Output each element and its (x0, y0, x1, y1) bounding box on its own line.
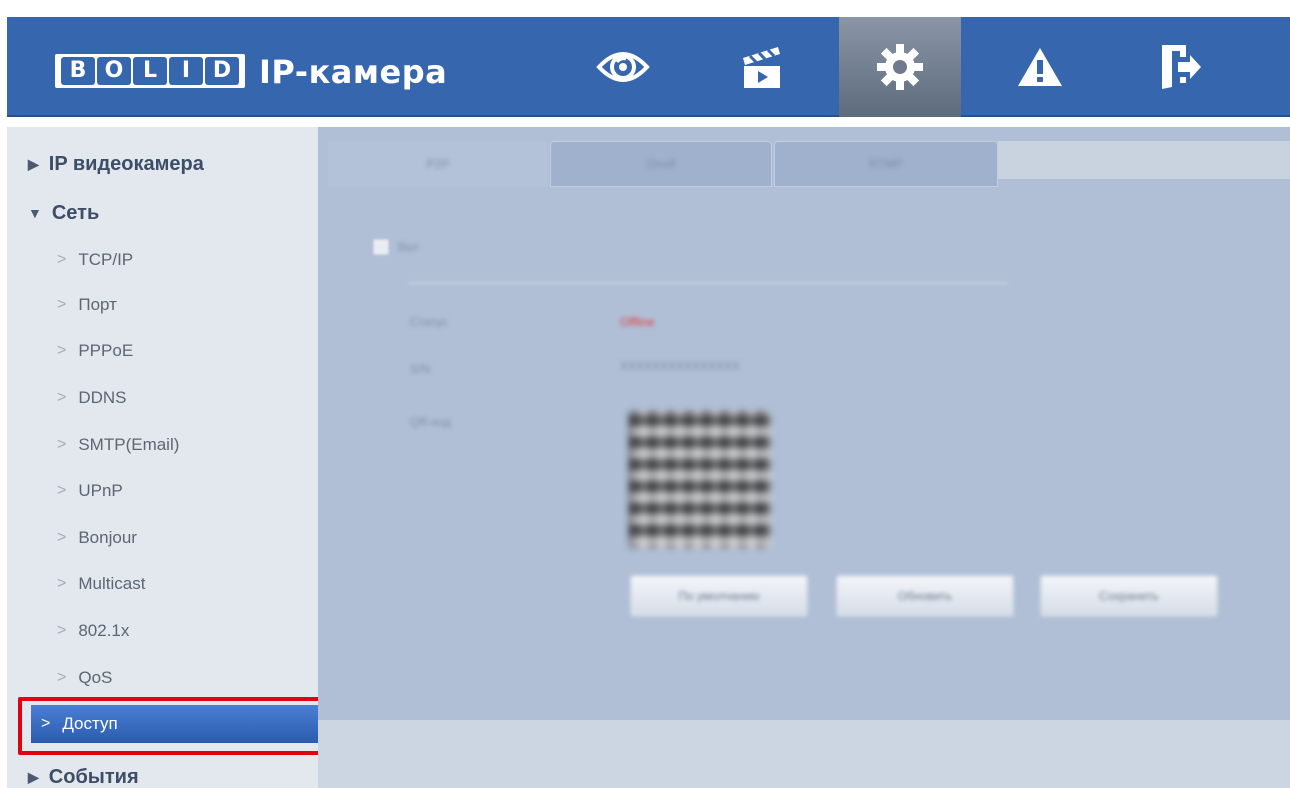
tab-rtmp[interactable]: RTMP (774, 141, 998, 187)
enable-label: Вкл (398, 240, 419, 254)
logo-letter: L (133, 57, 167, 85)
caret-right-icon: ▶ (28, 155, 39, 172)
sidebar-section-ip-camera[interactable]: ▶ IP видеокамера (7, 144, 318, 184)
logo-letter: I (169, 57, 203, 85)
sidebar-section-label: События (48, 765, 139, 788)
sidebar-item-label: PPPoE (78, 341, 134, 360)
sidebar-item-8021x[interactable]: > 802.1x (7, 611, 318, 651)
sidebar-section-network[interactable]: ▼ Сеть (7, 193, 318, 233)
sidebar-item-label: DDNS (78, 388, 127, 407)
divider (408, 282, 1008, 284)
warning-icon (1018, 48, 1062, 86)
enable-checkbox[interactable] (373, 239, 389, 255)
logout-button[interactable] (1119, 17, 1241, 117)
sidebar-item-label: UPnP (78, 481, 123, 500)
sidebar-item-access[interactable]: > Доступ (31, 705, 318, 743)
sidebar-item-qos[interactable]: > QoS (7, 658, 318, 698)
sidebar: ▶ IP видеокамера ▼ Сеть > TCP/IP > Порт … (7, 127, 318, 788)
serial-value: XXXXXXXXXXXXXXX (620, 359, 741, 373)
sidebar-item-label: SMTP(Email) (78, 435, 180, 454)
live-view-button[interactable] (562, 17, 684, 117)
exit-door-icon (1162, 45, 1201, 89)
sidebar-item-label: Bonjour (78, 528, 137, 547)
eye-icon (596, 52, 650, 82)
tab-label: RTMP (869, 157, 903, 171)
sidebar-item-label: Multicast (78, 574, 146, 593)
sidebar-section-label: IP видеокамера (48, 152, 204, 175)
playback-button[interactable] (701, 17, 823, 117)
chevron-right-icon: > (57, 296, 67, 313)
logo-letter: O (97, 57, 131, 85)
logo-letter: D (205, 57, 239, 85)
sidebar-item-tcpip[interactable]: > TCP/IP (7, 240, 318, 280)
status-value: Offline (620, 315, 655, 329)
status-label: Статус (410, 315, 448, 329)
bolid-logo: B O L I D (55, 51, 245, 91)
sidebar-item-multicast[interactable]: > Multicast (7, 564, 318, 604)
default-button[interactable]: По умолчанию (630, 575, 808, 617)
sidebar-item-port[interactable]: > Порт (7, 285, 318, 325)
main-content: P2P Onvif RTMP Вкл Статус Offline S/N XX… (318, 127, 1290, 720)
sidebar-section-events[interactable]: ▶ События (7, 757, 318, 788)
chevron-right-icon: > (57, 575, 67, 592)
chevron-right-icon: > (57, 436, 67, 453)
button-label: По умолчанию (678, 589, 760, 603)
sidebar-item-label: QoS (78, 668, 113, 687)
clapperboard-icon (743, 47, 780, 88)
caret-down-icon: ▼ (28, 205, 42, 221)
app-title: IP-камера (259, 53, 448, 91)
logo-letter: B (61, 57, 95, 85)
gear-icon (877, 44, 923, 90)
chevron-right-icon: > (57, 669, 67, 686)
sidebar-item-label: TCP/IP (78, 250, 134, 269)
content-footer-area (318, 720, 1290, 788)
refresh-button[interactable]: Обновить (836, 575, 1014, 617)
chevron-right-icon: > (57, 529, 67, 546)
save-button[interactable]: Сохранить (1040, 575, 1218, 617)
tab-label: P2P (426, 157, 450, 171)
sidebar-item-upnp[interactable]: > UPnP (7, 471, 318, 511)
alarm-button[interactable] (979, 17, 1101, 117)
top-header: B O L I D IP-камера (7, 17, 1290, 117)
button-label: Обновить (897, 589, 953, 603)
tab-onvif[interactable]: Onvif (550, 141, 772, 187)
tab-p2p[interactable]: P2P (328, 141, 548, 187)
sidebar-item-bonjour[interactable]: > Bonjour (7, 518, 318, 558)
serial-label: S/N (410, 362, 431, 376)
tab-label: Onvif (646, 157, 675, 171)
qr-label: QR-код (410, 415, 451, 429)
sidebar-item-label: 802.1x (78, 621, 130, 640)
sidebar-item-pppoe[interactable]: > PPPoE (7, 331, 318, 371)
chevron-right-icon: > (57, 342, 67, 359)
sidebar-item-label: Доступ (62, 714, 118, 733)
sidebar-item-label: Порт (78, 295, 117, 314)
caret-right-icon: ▶ (28, 768, 39, 785)
sidebar-section-label: Сеть (51, 201, 100, 224)
sidebar-item-ddns[interactable]: > DDNS (7, 378, 318, 418)
chevron-right-icon: > (57, 251, 67, 268)
chevron-right-icon: > (57, 482, 67, 499)
chevron-right-icon: > (41, 715, 51, 732)
button-label: Сохранить (1099, 589, 1159, 603)
sidebar-item-smtp[interactable]: > SMTP(Email) (7, 425, 318, 465)
settings-button[interactable] (839, 17, 961, 117)
chevron-right-icon: > (57, 622, 67, 639)
chevron-right-icon: > (57, 389, 67, 406)
